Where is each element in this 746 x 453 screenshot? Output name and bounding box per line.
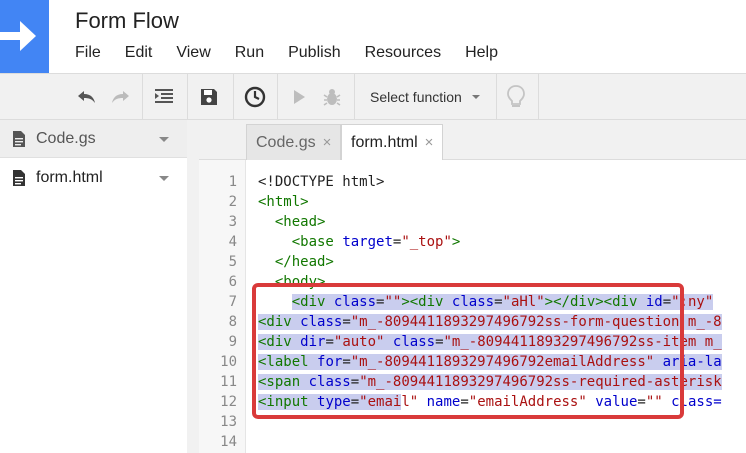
menu-bar: File Edit View Run Publish Resources Hel… (63, 43, 510, 63)
sidebar-file-label: form.html (36, 169, 103, 186)
file-icon (13, 170, 25, 186)
app-logo[interactable] (0, 0, 49, 73)
chevron-down-icon (471, 94, 480, 99)
line-number: 3 (228, 214, 237, 230)
redo-icon[interactable] (106, 83, 134, 111)
code-line: 1 <!DOCTYPE html> (199, 172, 746, 192)
line-number: 12 (220, 394, 237, 410)
line-number: 10 (220, 354, 237, 370)
line-number: 1 (228, 174, 237, 190)
line-number: 11 (220, 374, 237, 390)
function-select[interactable]: Select function (358, 74, 492, 119)
menu-help[interactable]: Help (453, 43, 510, 63)
sidebar-file-form-html[interactable]: form.html (0, 159, 187, 197)
menu-resources[interactable]: Resources (353, 43, 453, 63)
splitter[interactable] (187, 120, 199, 453)
close-icon[interactable]: × (323, 134, 332, 151)
line-number: 8 (228, 314, 237, 330)
menu-view[interactable]: View (164, 43, 222, 63)
line-number: 6 (228, 274, 237, 290)
tab-code-gs[interactable]: Code.gs × (246, 124, 342, 160)
editor-tabs: Code.gs × form.html × (199, 120, 746, 161)
chevron-down-icon[interactable] (159, 176, 169, 181)
arrow-right-icon (0, 21, 36, 51)
run-icon[interactable] (285, 83, 313, 111)
line-number: 14 (220, 434, 237, 450)
chevron-down-icon[interactable] (159, 137, 169, 142)
line-number: 9 (228, 334, 237, 350)
sidebar-file-code-gs[interactable]: Code.gs (0, 120, 187, 158)
lightbulb-icon[interactable] (502, 83, 530, 111)
line-number: 2 (228, 194, 237, 210)
tab-form-html[interactable]: form.html × (341, 124, 444, 161)
debug-icon[interactable] (318, 83, 346, 111)
highlight-annotation (252, 283, 684, 419)
tab-label: Code.gs (256, 133, 316, 151)
code-line: 14 (199, 432, 746, 452)
sidebar-file-label: Code.gs (36, 130, 96, 147)
indent-icon[interactable] (150, 83, 178, 111)
file-sidebar: Code.gs form.html (0, 120, 188, 453)
function-select-label: Select function (370, 88, 462, 105)
toolbar: Select function (0, 73, 746, 120)
code-line: 5 </head> (199, 252, 746, 272)
menu-file[interactable]: File (63, 43, 113, 63)
menu-edit[interactable]: Edit (113, 43, 165, 63)
code-line: 3 <head> (199, 212, 746, 232)
line-number: 13 (220, 414, 237, 430)
code-line: 4 <base target="_top"> (199, 232, 746, 252)
header: Form Flow File Edit View Run Publish Res… (0, 0, 746, 73)
save-icon[interactable] (195, 83, 223, 111)
triggers-icon[interactable] (241, 83, 269, 111)
close-icon[interactable]: × (425, 134, 434, 151)
code-line: 2 <html> (199, 192, 746, 212)
menu-publish[interactable]: Publish (276, 43, 352, 63)
line-number: 4 (228, 234, 237, 250)
undo-icon[interactable] (73, 83, 101, 111)
file-icon (13, 131, 25, 147)
line-number: 7 (228, 294, 237, 310)
menu-run[interactable]: Run (223, 43, 276, 63)
line-number: 5 (228, 254, 237, 270)
app-title[interactable]: Form Flow (75, 8, 179, 34)
divider (0, 157, 187, 158)
tab-label: form.html (351, 133, 418, 151)
